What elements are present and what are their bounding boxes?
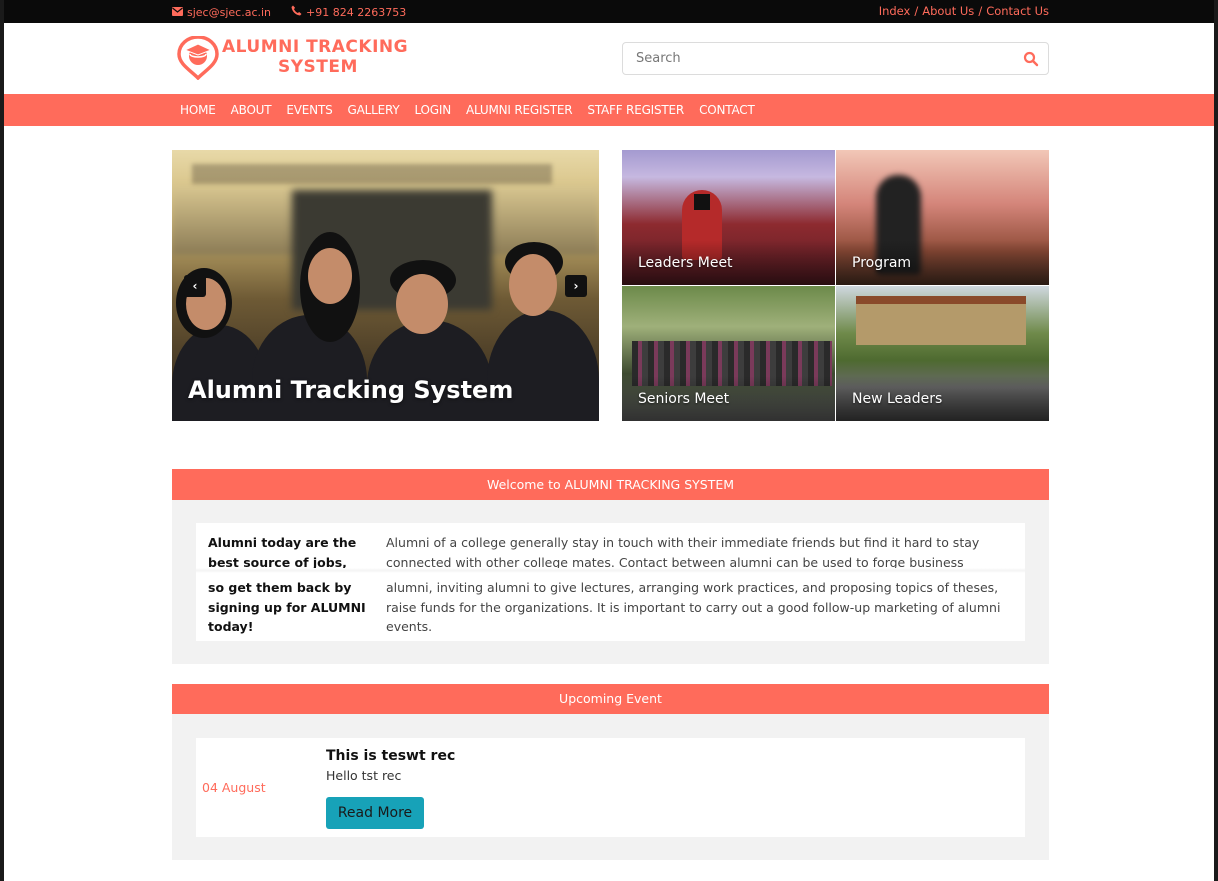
search-box bbox=[622, 42, 1049, 75]
nav-item-staff-register[interactable]: STAFF REGISTER bbox=[587, 103, 684, 117]
phone-icon bbox=[291, 5, 302, 19]
welcome-card: Alumni today are the best source of jobs… bbox=[196, 523, 1025, 641]
gallery-tiles: Leaders Meet Program Seniors Meet New Le… bbox=[622, 150, 1049, 421]
tile-label: New Leaders bbox=[852, 391, 943, 407]
events-heading: Upcoming Event bbox=[172, 684, 1049, 714]
welcome-tagline-top: Alumni today are the best source of jobs… bbox=[208, 535, 357, 570]
tile-label: Program bbox=[852, 255, 912, 271]
tile-label: Leaders Meet bbox=[638, 255, 733, 271]
logo-text-line2: SYSTEM bbox=[278, 57, 358, 77]
link-separator: / bbox=[978, 4, 983, 18]
top-link-about[interactable]: About Us bbox=[922, 4, 974, 18]
welcome-text-bottom: alumni, inviting alumni to give lectures… bbox=[386, 580, 1001, 634]
logo-text-line1: ALUMNI TRACKING bbox=[222, 37, 409, 57]
content-fold-divider bbox=[196, 568, 1025, 573]
nav-item-about[interactable]: ABOUT bbox=[231, 103, 272, 117]
carousel-prev-button[interactable]: ‹ bbox=[184, 275, 206, 297]
nav-item-login[interactable]: LOGIN bbox=[414, 103, 451, 117]
event-date: 04 August bbox=[202, 780, 266, 795]
nav-item-gallery[interactable]: GALLERY bbox=[348, 103, 400, 117]
tile-label: Seniors Meet bbox=[638, 391, 730, 407]
welcome-tagline-bottom: so get them back by signing up for ALUMN… bbox=[208, 580, 366, 634]
nav-item-alumni-register[interactable]: ALUMNI REGISTER bbox=[466, 103, 573, 117]
nav-item-home[interactable]: HOME bbox=[180, 103, 216, 117]
welcome-tagline: Alumni today are the best source of jobs… bbox=[208, 533, 368, 637]
welcome-section: Alumni today are the best source of jobs… bbox=[172, 500, 1049, 664]
link-separator: / bbox=[914, 4, 919, 18]
envelope-icon bbox=[172, 6, 183, 19]
carousel-next-button[interactable]: › bbox=[565, 275, 587, 297]
tile-new-leaders[interactable]: New Leaders bbox=[836, 286, 1049, 421]
email-link[interactable]: sjec@sjec.ac.in bbox=[187, 6, 271, 19]
graduation-pin-icon bbox=[177, 36, 219, 80]
read-more-button[interactable]: Read More bbox=[326, 797, 424, 829]
tile-leaders-meet[interactable]: Leaders Meet bbox=[622, 150, 835, 285]
page: sjec@sjec.ac.in +91 824 2263753 Index / … bbox=[4, 0, 1214, 881]
top-link-contact[interactable]: Contact Us bbox=[986, 4, 1049, 18]
event-card: 04 August This is teswt rec Hello tst re… bbox=[196, 738, 1025, 837]
tile-seniors-meet[interactable]: Seniors Meet bbox=[622, 286, 835, 421]
hero-caption: Alumni Tracking System bbox=[188, 376, 514, 404]
tile-program[interactable]: Program bbox=[836, 150, 1049, 285]
top-bar: sjec@sjec.ac.in +91 824 2263753 Index / … bbox=[4, 0, 1214, 23]
contact-info: sjec@sjec.ac.in +91 824 2263753 bbox=[172, 5, 406, 19]
event-title: This is teswt rec bbox=[326, 748, 456, 764]
search-input[interactable] bbox=[624, 44, 1004, 73]
hero-photo-sign bbox=[192, 164, 552, 184]
nav-item-contact[interactable]: CONTACT bbox=[699, 103, 755, 117]
site-logo[interactable]: ALUMNI TRACKING SYSTEM bbox=[176, 36, 416, 82]
nav-item-events[interactable]: EVENTS bbox=[286, 103, 332, 117]
phone-link[interactable]: +91 824 2263753 bbox=[306, 6, 406, 19]
top-link-index[interactable]: Index bbox=[879, 4, 911, 18]
search-icon[interactable] bbox=[1023, 51, 1039, 67]
top-links: Index / About Us / Contact Us bbox=[879, 4, 1049, 18]
welcome-text-top: Alumni of a college generally stay in to… bbox=[386, 535, 980, 570]
hero-carousel: ‹ › Alumni Tracking System bbox=[172, 150, 599, 421]
welcome-text: Alumni of a college generally stay in to… bbox=[386, 533, 1016, 637]
main-nav: HOME ABOUT EVENTS GALLERY LOGIN ALUMNI R… bbox=[4, 94, 1214, 126]
events-section: 04 August This is teswt rec Hello tst re… bbox=[172, 714, 1049, 860]
event-description: Hello tst rec bbox=[326, 768, 402, 783]
welcome-heading: Welcome to ALUMNI TRACKING SYSTEM bbox=[172, 469, 1049, 500]
